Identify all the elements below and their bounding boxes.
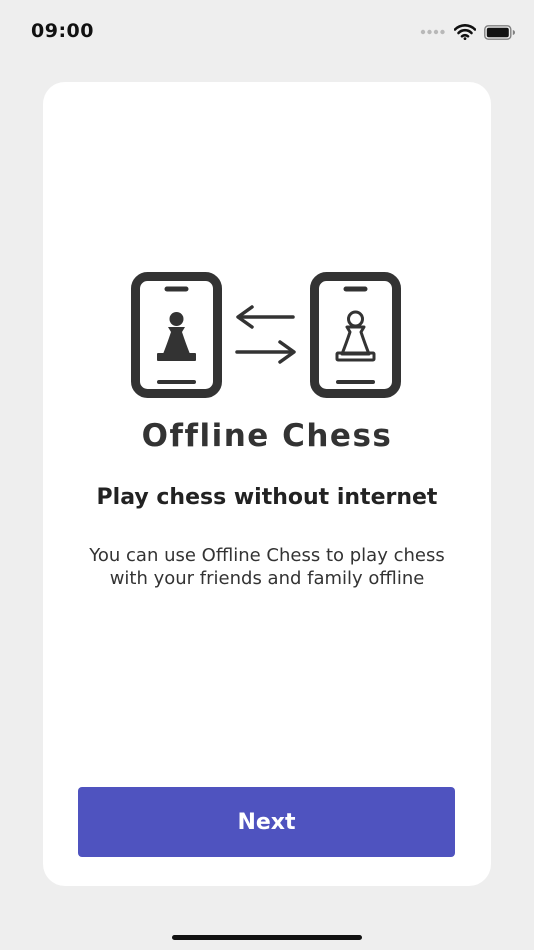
status-icons: [420, 22, 516, 42]
offline-chess-illustration: [131, 272, 401, 398]
signal-dots-icon: [420, 29, 445, 35]
phone-white-pawn-icon: [310, 272, 401, 398]
next-button[interactable]: Next: [78, 787, 455, 857]
onboarding-description: You can use Offline Chess to play chess …: [89, 545, 445, 589]
home-indicator[interactable]: [172, 935, 362, 940]
battery-icon: [484, 24, 515, 40]
onboarding-card: Offline Chess Play chess without interne…: [43, 82, 491, 886]
status-time: 09:00: [31, 20, 94, 42]
onboarding-headline: Play chess without internet: [96, 485, 438, 510]
status-bar: 09:00: [0, 0, 534, 64]
phone-black-pawn-icon: [131, 272, 222, 398]
wifi-icon: [454, 24, 476, 40]
app-name-logo: Offline Chess: [141, 418, 393, 454]
swap-arrows-icon: [235, 305, 296, 364]
